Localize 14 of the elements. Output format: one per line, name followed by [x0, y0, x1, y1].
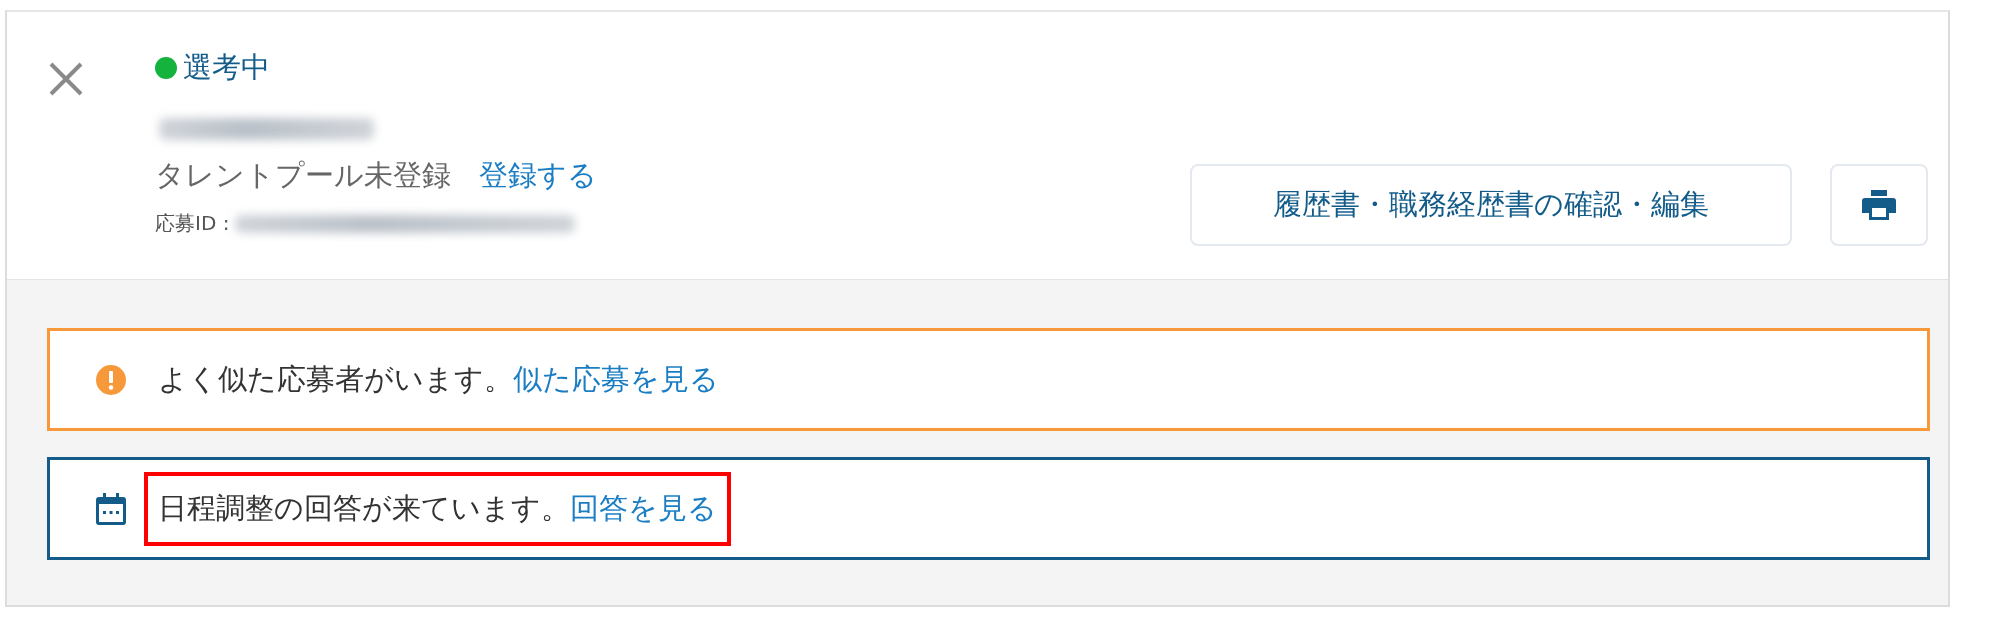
close-icon[interactable]: [47, 60, 85, 98]
application-id-label: 応募ID :: [155, 210, 230, 237]
banner-link[interactable]: 似た応募を見る: [513, 359, 719, 400]
banner-message: 日程調整の回答が来ています。: [158, 489, 570, 527]
register-link[interactable]: 登録する: [479, 156, 597, 196]
banner-message: よく似た応募者がいます。: [158, 360, 513, 398]
warning-icon: [96, 364, 126, 395]
status-label: 選考中: [183, 49, 270, 86]
talent-pool-status: タレントプール未登録: [155, 157, 451, 194]
calendar-icon: [96, 492, 126, 525]
printer-icon: [1862, 190, 1896, 220]
banner-link[interactable]: 回答を見る: [570, 488, 717, 529]
print-button[interactable]: [1830, 164, 1928, 246]
resume-edit-button[interactable]: 履歴書・職務経歴書の確認・編集: [1190, 164, 1792, 246]
